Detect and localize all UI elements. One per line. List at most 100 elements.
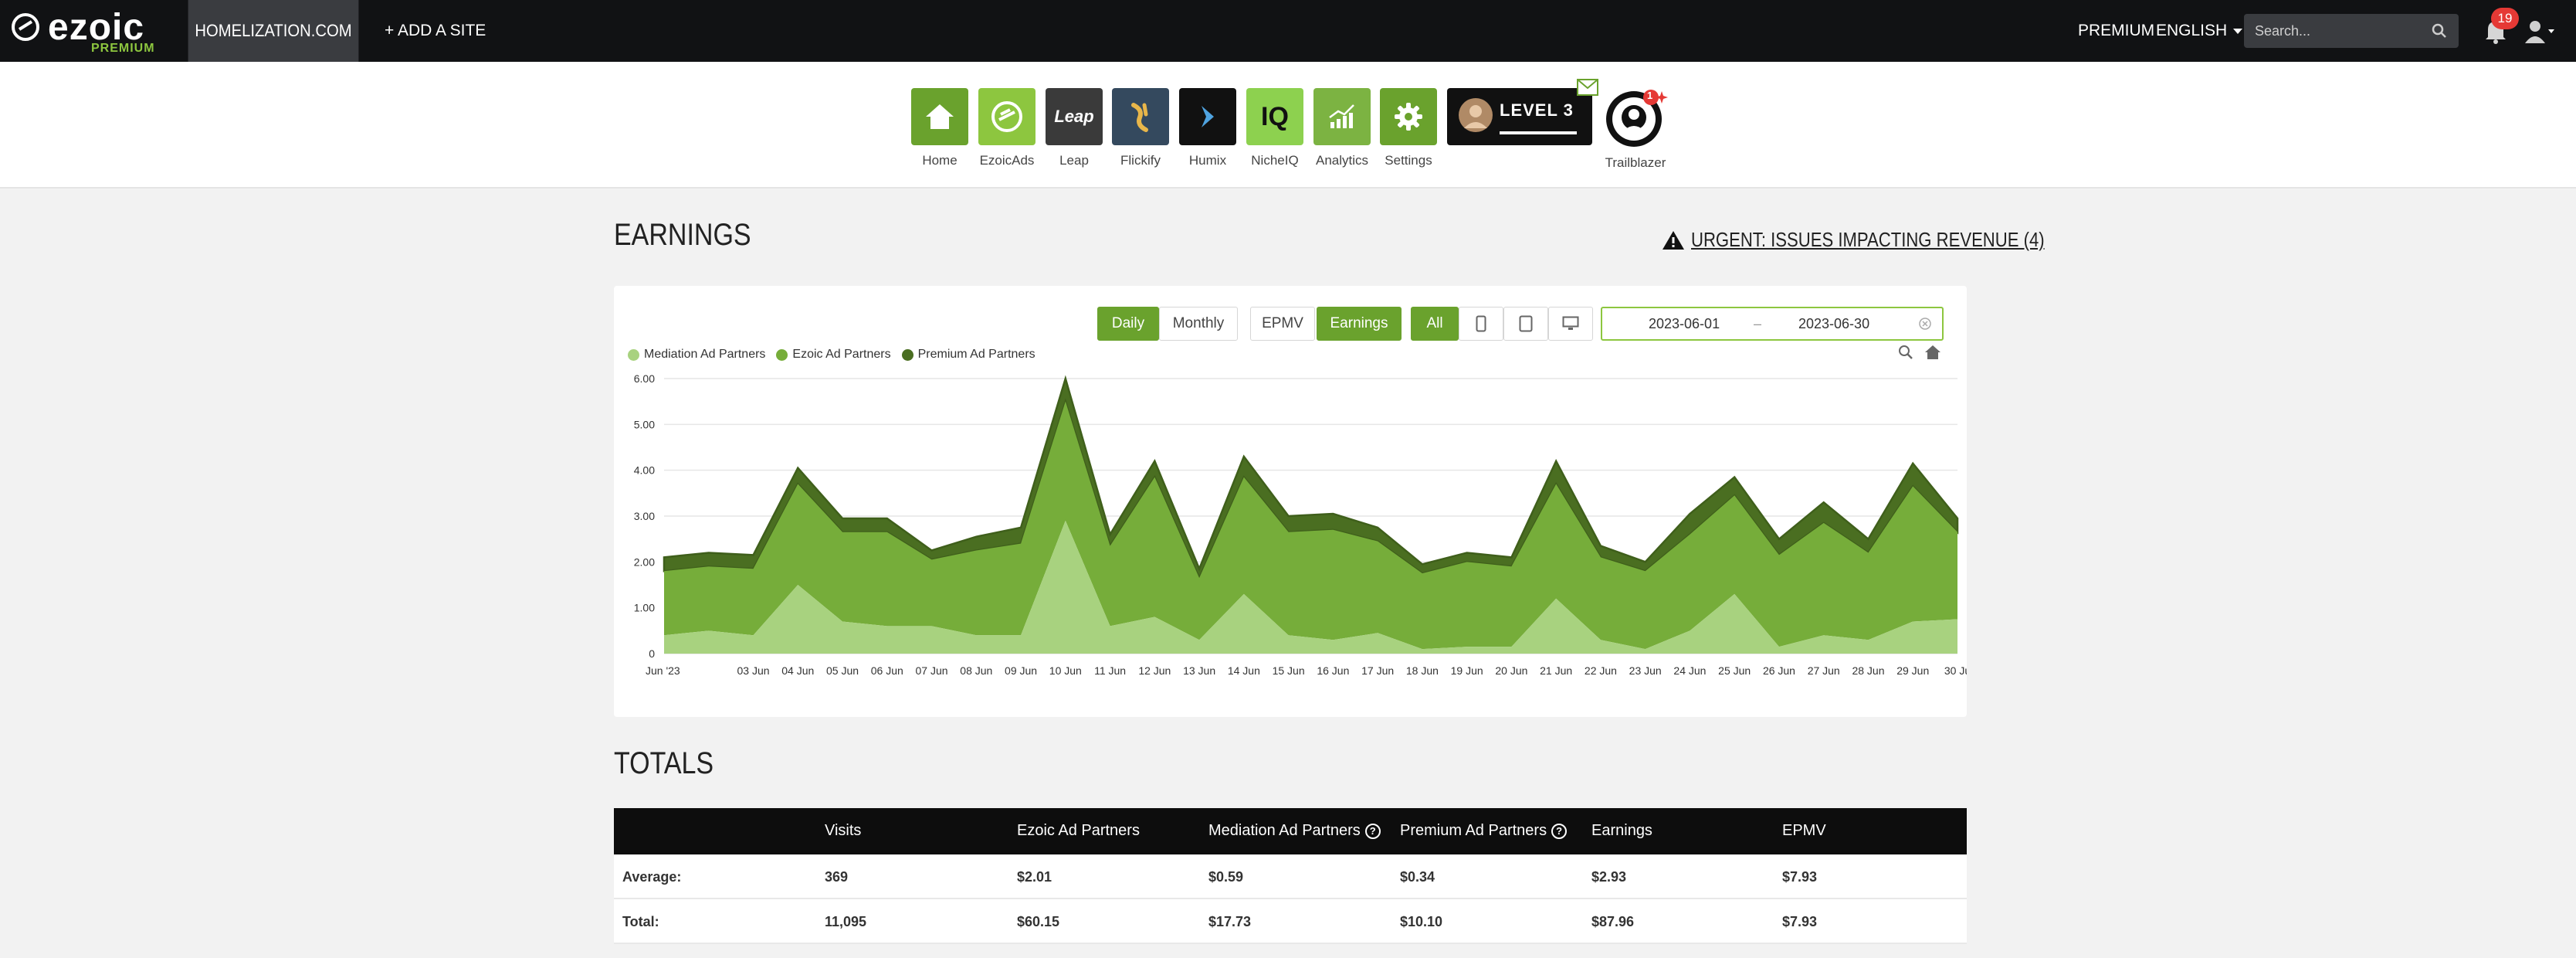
nicheiq-icon: IQ <box>1261 101 1289 131</box>
help-icon[interactable]: ? <box>1551 823 1568 839</box>
earnings-area-chart[interactable]: 0 1.00 2.00 3.00 4.00 5.00 6.00 Jun '23 03 Jun 04… <box>614 371 1967 711</box>
totals-table: Visits Ezoic Ad Partners Mediation Ad Pa… <box>614 808 1967 944</box>
cell-mediation: $0.59 <box>1208 869 1244 885</box>
tablet-filter-button[interactable] <box>1503 307 1548 341</box>
notification-badge: 19 <box>2491 8 2519 29</box>
app-trailblazer[interactable]: 1 Trailblazer <box>1602 88 1669 171</box>
app-ezoicads[interactable]: EzoicAds <box>978 88 1035 168</box>
language-label: ENGLISH <box>2156 22 2228 39</box>
x-tick-label: 21 Jun <box>1540 664 1572 677</box>
all-devices-button[interactable]: All <box>1411 307 1459 341</box>
row-label: Total: <box>622 914 659 929</box>
cell-epmv: $7.93 <box>1782 869 1818 885</box>
y-tick-label: 5.00 <box>634 418 655 430</box>
app-nicheiq[interactable]: IQ NicheIQ <box>1246 88 1303 168</box>
y-tick-label: 2.00 <box>634 555 655 568</box>
legend-item-premium[interactable]: Premium Ad Partners <box>901 348 1035 362</box>
x-tick-label: 30 Ju <box>1944 664 1967 677</box>
desktop-icon <box>1562 316 1579 330</box>
x-tick-label: 04 Jun <box>781 664 814 677</box>
date-start[interactable]: 2023-06-01 <box>1649 316 1720 332</box>
app-flickify[interactable]: Flickify <box>1112 88 1169 168</box>
mobile-icon <box>1476 315 1486 332</box>
app-analytics[interactable]: Analytics <box>1313 88 1371 168</box>
x-tick-label: 24 Jun <box>1673 664 1706 677</box>
legend-label: Ezoic Ad Partners <box>792 348 891 361</box>
cell-visits: 369 <box>825 869 849 885</box>
epmv-button[interactable]: EPMV <box>1250 307 1315 341</box>
flickify-icon <box>1131 103 1148 132</box>
app-home[interactable]: Home <box>911 88 968 168</box>
x-tick-label: 03 Jun <box>737 664 769 677</box>
x-tick-label: Jun '23 <box>646 664 680 677</box>
date-end[interactable]: 2023-06-30 <box>1798 316 1869 332</box>
cell-mediation: $17.73 <box>1208 914 1252 929</box>
add-site-link[interactable]: + ADD A SITE <box>385 0 486 62</box>
settings-tile <box>1380 88 1437 145</box>
app-humix[interactable]: Humix <box>1179 88 1236 168</box>
row-label: Average: <box>622 869 682 885</box>
zoom-icon[interactable] <box>1897 344 1914 361</box>
col-header-visits: Visits <box>825 822 862 839</box>
x-tick-label: 05 Jun <box>826 664 859 677</box>
humix-icon <box>1202 106 1214 127</box>
trailblazer-count: 1 <box>1647 90 1653 101</box>
col-header-label: Premium Ad Partners <box>1400 822 1547 839</box>
earnings-heading: EARNINGS <box>614 218 751 252</box>
x-tick-label: 07 Jun <box>916 664 948 677</box>
date-range-picker[interactable]: 2023-06-01 – 2023-06-30 <box>1601 307 1944 341</box>
app-leap[interactable]: Leap Leap <box>1046 88 1103 168</box>
level-label: LEVEL 3 <box>1500 100 1574 120</box>
cell-earnings: $2.93 <box>1591 869 1627 885</box>
cell-epmv: $7.93 <box>1782 914 1818 929</box>
search-input[interactable] <box>2244 14 2459 48</box>
humix-tile <box>1179 88 1236 145</box>
legend-dot <box>628 348 639 361</box>
legend-item-ezoic[interactable]: Ezoic Ad Partners <box>776 348 891 362</box>
ezoic-logo-icon <box>12 13 39 41</box>
x-tick-label: 16 Jun <box>1317 664 1349 677</box>
clear-date-icon[interactable] <box>1919 318 1931 330</box>
premium-link[interactable]: PREMIUM <box>2078 0 2154 62</box>
table-row: Total: 11,095 $60.15 $17.73 $10.10 $87.9… <box>614 899 1967 944</box>
site-selector[interactable]: HOMELIZATION.COM <box>188 0 359 62</box>
table-row: Average: 369 $2.01 $0.59 $0.34 $2.93 $7.… <box>614 854 1967 899</box>
ezoicads-tile <box>978 88 1035 145</box>
top-navbar: ezoic PREMIUM HOMELIZATION.COM + ADD A S… <box>0 0 2576 62</box>
leap-tile: Leap <box>1046 88 1103 145</box>
col-header-premium: Premium Ad Partners ? <box>1400 822 1568 840</box>
x-tick-label: 13 Jun <box>1183 664 1215 677</box>
level-badge[interactable]: LEVEL 3 <box>1447 79 1598 145</box>
app-launcher: Home EzoicAds Leap Leap Flickify Humix I… <box>0 62 2576 189</box>
x-tick-label: 20 Jun <box>1495 664 1527 677</box>
ezoic-logo[interactable]: ezoic PREMIUM <box>11 7 165 55</box>
y-tick-label: 1.00 <box>634 602 655 614</box>
x-tick-label: 22 Jun <box>1585 664 1617 677</box>
x-tick-label: 15 Jun <box>1273 664 1305 677</box>
app-label: Settings <box>1385 153 1432 168</box>
reset-zoom-home-icon[interactable] <box>1924 344 1941 361</box>
mobile-filter-button[interactable] <box>1459 307 1503 341</box>
cell-earnings: $87.96 <box>1591 914 1635 929</box>
desktop-filter-button[interactable] <box>1548 307 1593 341</box>
language-dropdown[interactable]: ENGLISH <box>2156 0 2243 62</box>
search-icon[interactable] <box>2431 22 2448 39</box>
app-settings[interactable]: Settings <box>1380 88 1437 168</box>
tablet-icon <box>1519 315 1533 332</box>
gear-icon <box>1395 103 1422 131</box>
legend-item-mediation[interactable]: Mediation Ad Partners <box>628 348 765 362</box>
col-header-label: Mediation Ad Partners <box>1208 822 1361 839</box>
mail-icon[interactable] <box>1577 79 1598 96</box>
urgent-issues-link[interactable]: URGENT: ISSUES IMPACTING REVENUE (4) <box>1662 228 2107 252</box>
warning-icon <box>1663 230 1684 250</box>
earnings-button[interactable]: Earnings <box>1317 307 1402 341</box>
app-label: Trailblazer <box>1605 155 1666 170</box>
x-tick-label: 23 Jun <box>1629 664 1662 677</box>
help-icon[interactable]: ? <box>1364 823 1381 839</box>
x-tick-label: 26 Jun <box>1763 664 1795 677</box>
monthly-button[interactable]: Monthly <box>1159 307 1238 341</box>
daily-button[interactable]: Daily <box>1097 307 1159 341</box>
x-tick-label: 08 Jun <box>960 664 992 677</box>
account-avatar-icon[interactable] <box>2522 14 2556 48</box>
col-header-mediation: Mediation Ad Partners ? <box>1208 822 1381 840</box>
